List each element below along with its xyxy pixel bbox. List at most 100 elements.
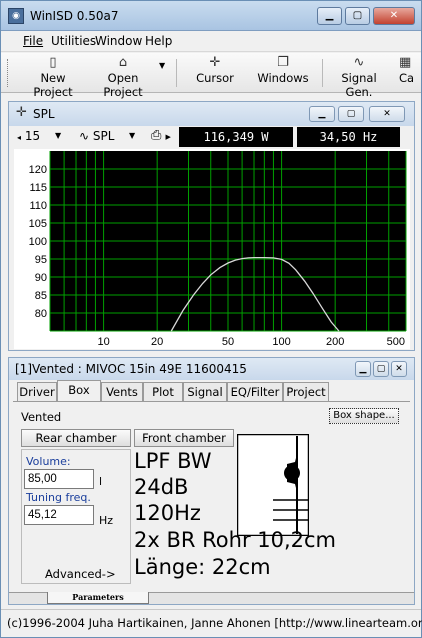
cursor-button[interactable]: ✛ Cursor xyxy=(191,55,239,91)
window-title: WinISD 0.50a7 xyxy=(30,9,119,23)
plot-mode-value: SPL xyxy=(92,129,115,143)
close-icon: ✕ xyxy=(383,109,391,119)
volume-label: Volume: xyxy=(26,455,71,468)
x-tick-label: 10 xyxy=(97,336,109,348)
y-tick-label: 95 xyxy=(35,254,47,266)
maximize-icon: ▢ xyxy=(346,109,356,119)
maximize-button[interactable]: ▢ xyxy=(345,7,370,25)
spl-close-button[interactable]: ✕ xyxy=(369,106,405,122)
toolbar: ▯ New Project ⌂ Open Project ▼ ✛ Cursor … xyxy=(1,53,421,99)
vented-minimize-button[interactable]: ▁ xyxy=(355,361,371,377)
cursor-icon: ✛ xyxy=(209,55,221,70)
toolbar-grip[interactable] xyxy=(7,59,10,87)
close-icon: ✕ xyxy=(389,10,399,21)
scale-selector[interactable]: ◂ 15 ▼ xyxy=(17,129,69,145)
x-tick-label: 500 xyxy=(387,336,405,348)
close-icon: ✕ xyxy=(395,364,403,374)
signal-gen-button[interactable]: ∿ Signal Gen. xyxy=(329,55,389,99)
sine-wave-icon: ∿ xyxy=(353,55,365,70)
vented-close-button[interactable]: ✕ xyxy=(391,361,407,377)
menu-help[interactable]: Help xyxy=(145,34,172,48)
calculator-icon: ▦ xyxy=(399,55,412,70)
print-button[interactable]: ⎙ ▶ xyxy=(151,128,179,146)
printer-icon: ⎙ xyxy=(151,128,162,143)
scale-value: 15 xyxy=(24,129,41,143)
new-project-label: New Project xyxy=(33,71,73,99)
vented-window: [1]Vented : MIVOC 15in 49E 11600415 ▁ ▢ … xyxy=(8,357,415,605)
maximize-icon: ▢ xyxy=(352,10,363,21)
box-shape-button[interactable]: Box shape... xyxy=(329,408,399,424)
tuning-freq-input[interactable] xyxy=(24,505,94,525)
y-tick-label: 110 xyxy=(29,200,47,212)
parameters-tab[interactable]: Parameters xyxy=(47,592,149,604)
box-type-label: Vented xyxy=(21,410,62,424)
close-button[interactable]: ✕ xyxy=(373,7,415,25)
advanced-label: Advanced-> xyxy=(45,567,116,581)
maximize-icon: ▢ xyxy=(376,364,386,374)
toolbar-separator xyxy=(322,59,323,87)
tab-plot[interactable]: Plot xyxy=(143,382,183,401)
spl-title-bar[interactable]: ✛ SPL ▁ ▢ ✕ xyxy=(9,102,414,126)
spl-chart[interactable]: 80 85 90 95 100 105 110 115 120 10 20 50 100 200 500 xyxy=(14,149,410,349)
menu-window[interactable]: Window xyxy=(95,34,142,48)
tab-signal[interactable]: Signal xyxy=(183,382,227,401)
minimize-icon: ▁ xyxy=(318,109,326,119)
vented-maximize-button[interactable]: ▢ xyxy=(373,361,389,377)
spl-minimize-button[interactable]: ▁ xyxy=(309,106,335,122)
windows-icon: ❐ xyxy=(277,55,289,70)
minimize-button[interactable]: ▁ xyxy=(317,7,342,25)
status-text: (c)1996-2004 Juha Hartikainen, Janne Aho… xyxy=(7,616,422,630)
menu-bar: File Utilities Window Help xyxy=(1,31,421,52)
box-shape-label: Box shape... xyxy=(333,410,395,421)
rear-chamber-label: Rear chamber xyxy=(35,431,117,445)
print-arrow-icon: ▶ xyxy=(165,133,171,141)
windows-label: Windows xyxy=(257,71,309,85)
minimize-icon: ▁ xyxy=(359,364,367,374)
y-tick-label: 100 xyxy=(29,236,47,248)
note-line: 24dB xyxy=(134,475,189,499)
note-line: Länge: 22cm xyxy=(134,555,271,579)
tab-project[interactable]: Project xyxy=(283,382,329,401)
tab-driver[interactable]: Driver xyxy=(17,382,57,401)
menu-utilities[interactable]: Utilities xyxy=(51,34,96,48)
front-chamber-button[interactable]: Front chamber xyxy=(134,429,234,447)
tab-box[interactable]: Box xyxy=(57,380,101,401)
x-tick-label: 200 xyxy=(326,336,344,348)
rear-chamber-button[interactable]: Rear chamber xyxy=(21,429,131,447)
vented-title-bar[interactable]: [1]Vented : MIVOC 15in 49E 11600415 ▁ ▢ … xyxy=(9,358,414,380)
new-project-button[interactable]: ▯ New Project xyxy=(21,55,85,99)
spl-maximize-button[interactable]: ▢ xyxy=(338,106,364,122)
note-line: 2x BR Rohr 10,2cm xyxy=(134,528,337,552)
open-project-button[interactable]: ⌂ Open Project xyxy=(89,55,157,99)
app-icon: ◉ xyxy=(8,8,24,24)
advanced-button[interactable]: Advanced-> xyxy=(45,567,116,581)
plot-mode-selector[interactable]: ∿ SPL ▼ xyxy=(79,129,141,145)
spl-window: ✛ SPL ▁ ▢ ✕ ◂ 15 ▼ ∿ SPL ▼ ⎙ ▶ 116,349 W… xyxy=(8,101,415,351)
volume-input[interactable] xyxy=(24,469,94,489)
truncated-toolbar-label: Ca xyxy=(399,71,415,85)
tuning-freq-label: Tuning freq. xyxy=(26,491,91,504)
spl-toolbar: ◂ 15 ▼ ∿ SPL ▼ ⎙ ▶ 116,349 W 34,50 Hz xyxy=(9,126,414,148)
spl-window-title: SPL xyxy=(33,107,55,121)
vented-window-title: [1]Vented : MIVOC 15in 49E 11600415 xyxy=(15,362,247,376)
y-tick-label: 105 xyxy=(29,218,47,230)
open-folder-icon: ⌂ xyxy=(118,55,128,70)
minimize-icon: ▁ xyxy=(325,10,334,21)
menu-file[interactable]: File xyxy=(23,34,43,48)
front-chamber-label: Front chamber xyxy=(142,431,226,445)
x-tick-label: 100 xyxy=(272,336,290,348)
box-diagram xyxy=(237,434,309,536)
open-project-dropdown-arrow[interactable]: ▼ xyxy=(159,61,165,70)
power-readout: 116,349 W xyxy=(179,127,293,147)
sine-wave-icon: ∿ xyxy=(79,129,90,143)
windows-button[interactable]: ❐ Windows xyxy=(256,55,310,91)
tab-eq-filter[interactable]: EQ/Filter xyxy=(227,382,283,401)
open-project-label: Open Project xyxy=(103,71,143,99)
chevron-down-icon: ▼ xyxy=(55,131,62,140)
title-bar[interactable]: ◉ WinISD 0.50a7 ▁ ▢ ✕ xyxy=(1,1,421,31)
y-tick-label: 85 xyxy=(35,290,47,302)
tab-vents[interactable]: Vents xyxy=(101,382,143,401)
tab-panel-border xyxy=(13,401,410,402)
truncated-toolbar-button[interactable]: ▦ Ca xyxy=(399,55,419,91)
chevron-down-icon: ▼ xyxy=(129,131,136,140)
